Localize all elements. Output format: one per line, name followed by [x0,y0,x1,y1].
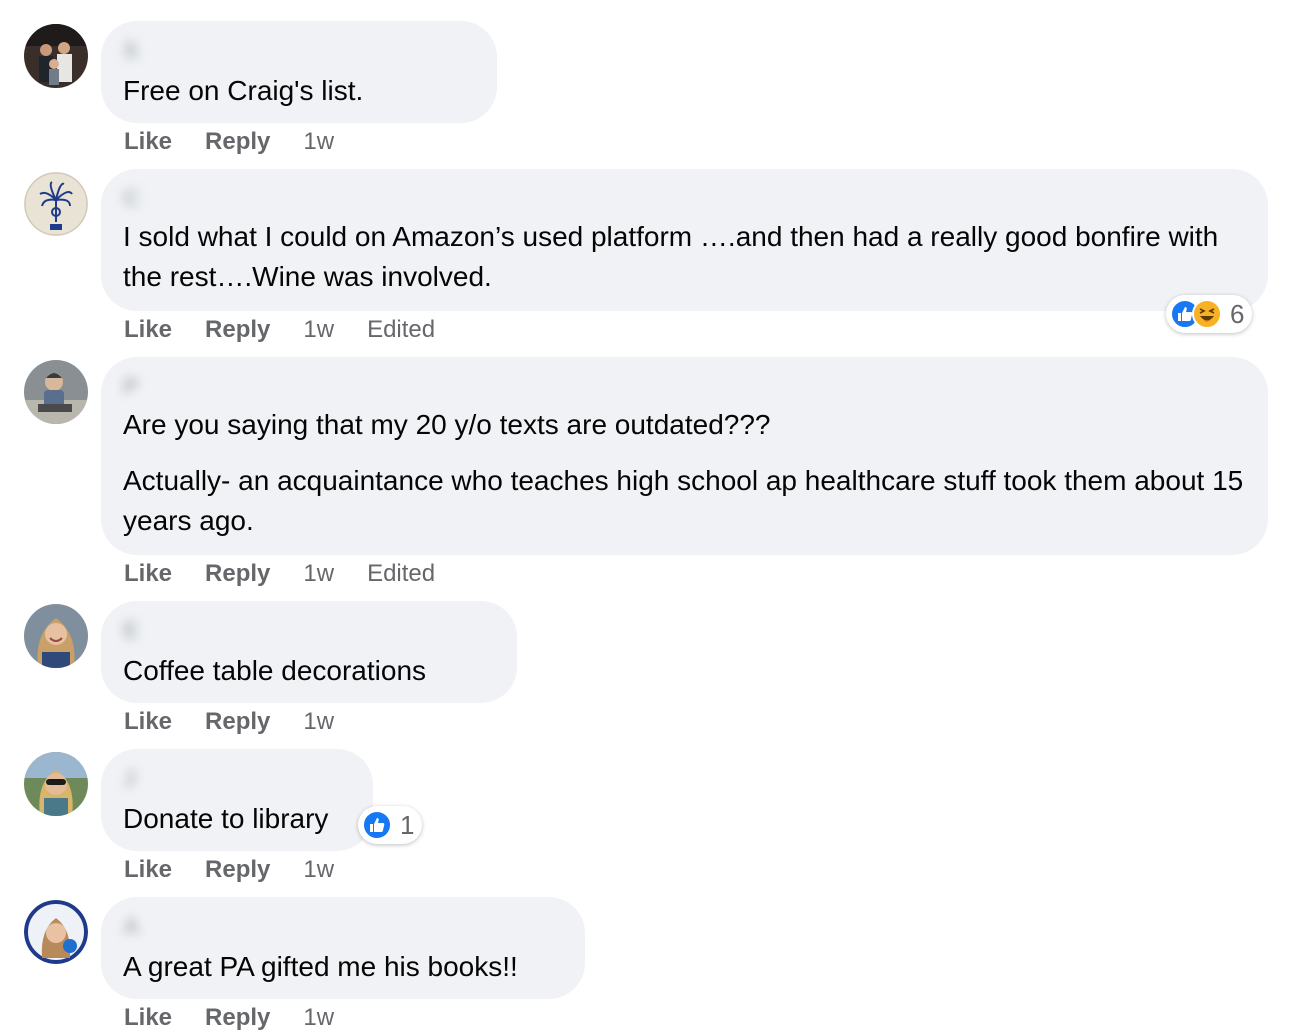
comment-author[interactable]: A [123,913,563,939]
like-button[interactable]: Like [124,708,172,736]
comment-bubble: C I sold what I could on Amazon’s used p… [101,169,1268,311]
comment-timestamp[interactable]: 1w [303,708,334,736]
comment-paragraph: Coffee table decorations [123,655,427,686]
comment-bubble: S Free on Craig's list. [101,21,497,123]
comment-bubble: J Donate to library [101,749,373,851]
avatar[interactable] [24,360,88,424]
reaction-summary[interactable]: 6 [1166,295,1253,333]
comment-paragraph: Are you saying that my 20 y/o texts are … [123,409,771,440]
reply-button[interactable]: Reply [205,128,270,156]
comment-paragraph: Donate to library [123,803,329,834]
reply-button[interactable]: Reply [205,316,270,344]
comment-timestamp[interactable]: 1w [303,128,334,156]
comment-actions: Like Reply 1w [124,1004,334,1032]
thumbs-up-icon [362,810,392,840]
like-button[interactable]: Like [124,856,172,884]
comment-paragraph: I sold what I could on Amazon’s used pla… [123,221,1219,292]
comment-paragraph: Free on Craig's list. [123,75,364,106]
comment-paragraph: A great PA gifted me his books!! [123,951,518,982]
reply-button[interactable]: Reply [205,1004,270,1032]
comment-actions: Like Reply 1w [124,128,334,156]
comment-bubble: E Coffee table decorations [101,601,517,703]
edited-label[interactable]: Edited [367,560,435,588]
reaction-count: 6 [1230,298,1245,329]
comment-timestamp[interactable]: 1w [303,856,334,884]
avatar[interactable] [24,752,88,816]
avatar[interactable] [24,172,88,236]
comment-text: I sold what I could on Amazon’s used pla… [123,217,1246,297]
comment-bubble: P Are you saying that my 20 y/o texts ar… [101,357,1268,555]
comment-text: Are you saying that my 20 y/o texts are … [123,405,1246,541]
comment-actions: Like Reply 1w [124,708,334,736]
comment-bubble: A A great PA gifted me his books!! [101,897,585,999]
comment-author[interactable]: J [123,765,351,791]
comment-text: Donate to library [123,799,351,839]
comment-actions: Like Reply 1w [124,856,334,884]
avatar[interactable] [24,604,88,668]
comment-paragraph: Actually- an acquaintance who teaches hi… [123,465,1244,536]
reply-button[interactable]: Reply [205,708,270,736]
like-button[interactable]: Like [124,1004,172,1032]
reply-button[interactable]: Reply [205,856,270,884]
comment-text: A great PA gifted me his books!! [123,947,563,987]
like-button[interactable]: Like [124,560,172,588]
avatar[interactable] [24,900,88,964]
edited-label[interactable]: Edited [367,316,435,344]
reaction-summary[interactable]: 1 [358,806,423,844]
comment-timestamp[interactable]: 1w [303,560,334,588]
reply-button[interactable]: Reply [205,560,270,588]
comment-timestamp[interactable]: 1w [303,316,334,344]
comment-text: Coffee table decorations [123,651,495,691]
like-button[interactable]: Like [124,316,172,344]
like-button[interactable]: Like [124,128,172,156]
reaction-count: 1 [400,809,415,840]
comment-actions: Like Reply 1w Edited [124,560,435,588]
comment-author[interactable]: S [123,37,475,63]
comment-text: Free on Craig's list. [123,71,475,111]
avatar[interactable] [24,24,88,88]
comment-author[interactable]: P [123,373,1246,399]
comment-actions: Like Reply 1w Edited [124,316,435,344]
comment-author[interactable]: E [123,617,495,643]
comment-timestamp[interactable]: 1w [303,1004,334,1032]
haha-icon [1192,299,1222,329]
comment-author[interactable]: C [123,185,1246,211]
